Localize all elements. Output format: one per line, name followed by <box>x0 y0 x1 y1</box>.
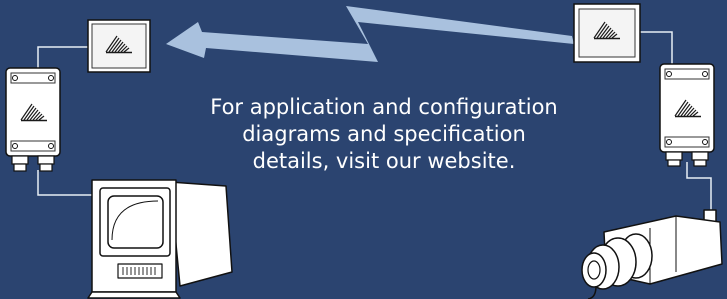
crt-monitor <box>87 179 233 299</box>
website-info-caption: For application and configuration diagra… <box>210 95 558 173</box>
left-receiver-unit <box>5 67 61 172</box>
wireless-link-arrow <box>166 6 574 62</box>
right-wireless-antenna <box>573 3 641 63</box>
right-transmitter-unit <box>659 63 715 167</box>
left-wireless-antenna <box>87 19 151 73</box>
cctv-camera <box>581 209 723 299</box>
